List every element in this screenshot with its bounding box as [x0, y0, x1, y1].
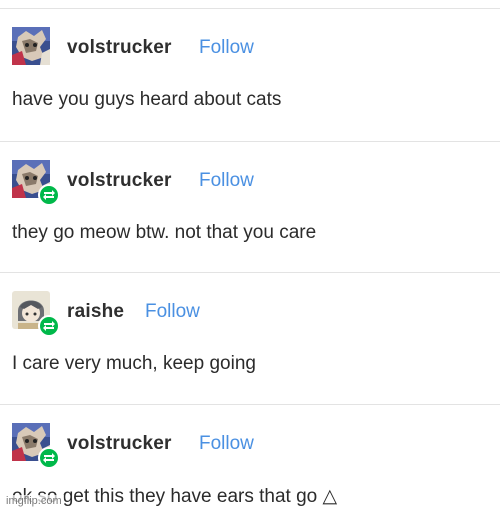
post: volstrucker Follow they go meow btw. not…	[0, 141, 500, 265]
username[interactable]: volstrucker	[67, 170, 172, 192]
follow-button[interactable]: Follow	[199, 37, 254, 59]
post-text: they go meow btw. not that you care	[12, 222, 317, 243]
post: volstrucker Follow ok so get this they h…	[0, 404, 500, 528]
reblog-badge	[38, 184, 60, 206]
watermark: imgflip.com	[4, 495, 64, 507]
post-text: have you guys heard about cats	[12, 89, 282, 110]
username[interactable]: volstrucker	[67, 433, 172, 455]
avatar[interactable]	[12, 291, 60, 337]
reblog-icon	[43, 321, 55, 331]
avatar[interactable]	[12, 423, 60, 469]
reblog-badge	[38, 447, 60, 469]
username[interactable]: volstrucker	[67, 37, 172, 59]
reblog-icon	[43, 453, 55, 463]
follow-button[interactable]: Follow	[145, 301, 200, 323]
post: raishe Follow I care very much, keep goi…	[0, 272, 500, 396]
post: volstrucker Follow have you guys heard a…	[0, 8, 500, 132]
follow-button[interactable]: Follow	[199, 433, 254, 455]
avatar[interactable]	[12, 160, 60, 206]
volstrucker-avatar-icon	[12, 27, 50, 65]
reblog-badge	[38, 315, 60, 337]
post-text: I care very much, keep going	[12, 353, 256, 374]
reblog-icon	[43, 190, 55, 200]
follow-button[interactable]: Follow	[199, 170, 254, 192]
avatar[interactable]	[12, 27, 50, 65]
username[interactable]: raishe	[67, 301, 124, 323]
